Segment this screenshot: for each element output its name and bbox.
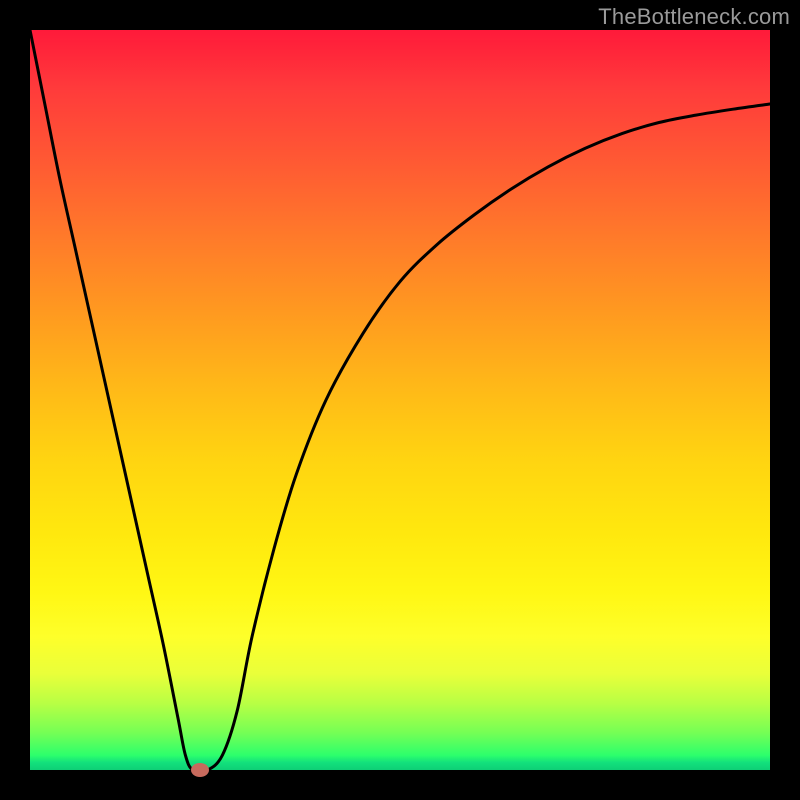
watermark-text: TheBottleneck.com	[598, 4, 790, 30]
chart-frame: TheBottleneck.com	[0, 0, 800, 800]
bottleneck-curve-path	[30, 30, 770, 772]
optimal-point-marker	[191, 763, 209, 777]
plot-area	[30, 30, 770, 770]
curve-line	[30, 30, 770, 770]
